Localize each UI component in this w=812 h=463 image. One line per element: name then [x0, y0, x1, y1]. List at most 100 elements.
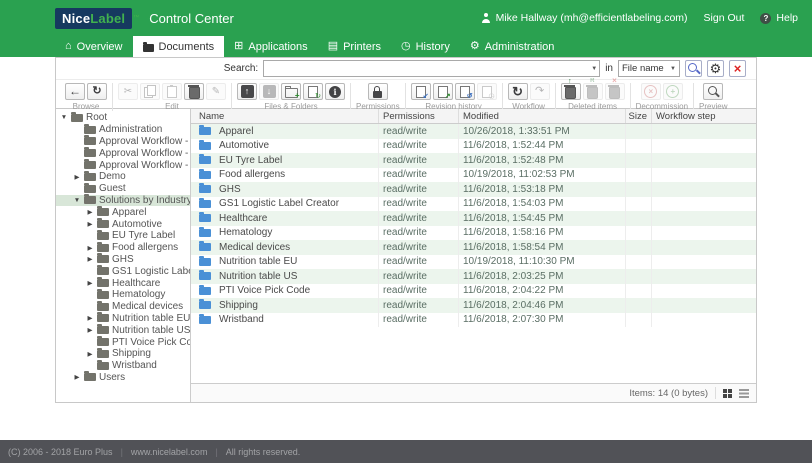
search-field-select[interactable]: File name — [618, 60, 680, 77]
tree-item[interactable]: ▶Shipping — [56, 348, 190, 360]
sign-out-link[interactable]: Sign Out — [704, 12, 745, 24]
tree-expander-icon[interactable]: ▶ — [86, 350, 94, 358]
search-dropdown-icon[interactable] — [591, 66, 597, 72]
column-header-workflow-step[interactable]: Workflow step — [652, 109, 756, 123]
search-label: Search: — [224, 63, 258, 74]
tree-item[interactable]: EU Tyre Label — [56, 230, 190, 242]
tree-item[interactable]: ▶ Apparel — [56, 206, 190, 218]
size-cell — [626, 269, 652, 284]
tree-item[interactable]: ▶Food allergens — [56, 242, 190, 254]
file-row[interactable]: PTI Voice Pick Coderead/write11/6/2018, … — [191, 284, 756, 299]
back-button[interactable] — [65, 83, 85, 100]
tree-item[interactable]: Medical devices — [56, 301, 190, 313]
modified-cell: 10/19/2018, 11:02:53 PM — [459, 168, 626, 183]
file-row[interactable]: Food allergensread/write10/19/2018, 11:0… — [191, 168, 756, 183]
toolbar-buttons-workflow — [508, 83, 550, 100]
toolbar-buttons-permissions — [368, 83, 388, 100]
tree-item[interactable]: GS1 Logistic Label Creator — [56, 265, 190, 277]
permissions-cell: read/write — [379, 313, 459, 328]
tab-administration[interactable]: Administration — [460, 36, 565, 57]
tab-applications[interactable]: Applications — [224, 36, 318, 57]
file-row[interactable]: Nutrition table EUread/write10/19/2018, … — [191, 255, 756, 270]
new-folder-button[interactable] — [281, 83, 301, 100]
delete-button[interactable] — [184, 83, 204, 100]
preview-button[interactable] — [703, 83, 723, 100]
search-input[interactable] — [263, 60, 600, 77]
column-header-name[interactable]: Name — [191, 109, 379, 123]
tree-expander-icon[interactable]: ▶ — [86, 255, 94, 263]
nicelabel-link[interactable]: www.nicelabel.com — [131, 447, 208, 457]
file-row[interactable]: EU Tyre Labelread/write11/6/2018, 1:52:4… — [191, 153, 756, 168]
size-cell — [626, 240, 652, 255]
file-convert-button[interactable] — [303, 83, 323, 100]
search-settings-button[interactable] — [707, 60, 724, 77]
search-go-button[interactable] — [685, 60, 702, 77]
permissions-button[interactable] — [368, 83, 388, 100]
tree-item[interactable]: Approval Workflow - Two-step — [56, 159, 190, 171]
list-view-icon[interactable] — [739, 389, 749, 398]
show-deleted-button[interactable] — [561, 83, 581, 100]
tab-printers[interactable]: Printers — [318, 36, 391, 57]
upload-button[interactable] — [237, 83, 257, 100]
tree-item[interactable]: ▶Nutrition table US — [56, 324, 190, 336]
tree-item[interactable]: ▶Automotive — [56, 218, 190, 230]
file-row[interactable]: Hematologyread/write11/6/2018, 1:58:16 P… — [191, 226, 756, 241]
tree-expander-icon[interactable]: ▶ — [86, 244, 94, 252]
tree-expander-icon[interactable]: ▶ — [86, 326, 94, 334]
tree-item[interactable]: PTI Voice Pick Code — [56, 336, 190, 348]
check-out-button[interactable] — [411, 83, 431, 100]
revisions-button — [477, 83, 497, 100]
tab-overview[interactable]: Overview — [55, 36, 133, 57]
file-row[interactable]: Wristbandread/write11/6/2018, 2:07:30 PM — [191, 313, 756, 328]
user-menu[interactable]: Mike Hallway (mh@efficientlabeling.com) — [481, 12, 688, 24]
purge-button — [605, 83, 625, 100]
person-icon — [481, 13, 491, 23]
file-info-button[interactable] — [325, 83, 345, 100]
column-header-size[interactable]: Size — [626, 109, 652, 123]
tab-history[interactable]: History — [391, 36, 460, 57]
tree-item[interactable]: ▼Root — [56, 112, 190, 124]
file-row[interactable]: Shippingread/write11/6/2018, 2:04:46 PM — [191, 298, 756, 313]
tree-expander-icon[interactable]: ▶ — [86, 279, 94, 287]
tree-expander-icon[interactable]: ▶ — [86, 208, 94, 216]
workflow-steps-button[interactable] — [508, 83, 528, 100]
user-area: Mike Hallway (mh@efficientlabeling.com) … — [481, 12, 798, 24]
tree-item[interactable]: ▶GHS — [56, 254, 190, 266]
tree-expander-icon[interactable]: ▶ — [86, 314, 94, 322]
tree-item[interactable]: Administration — [56, 124, 190, 136]
tree-item[interactable]: Guest — [56, 183, 190, 195]
tree-item[interactable]: ▼Solutions by Industry — [56, 195, 190, 207]
tree-expander-icon[interactable]: ▶ — [73, 173, 81, 181]
tree-item[interactable]: Wristband — [56, 360, 190, 372]
tree-expander-icon[interactable]: ▼ — [73, 197, 81, 204]
file-row[interactable]: Medical devicesread/write11/6/2018, 1:58… — [191, 240, 756, 255]
tree-item[interactable]: ▶Nutrition table EU — [56, 313, 190, 325]
tree-item-label: Apparel — [112, 207, 146, 218]
tree-expander-icon[interactable]: ▶ — [73, 373, 81, 381]
column-header-modified[interactable]: Modified — [459, 109, 626, 123]
file-row[interactable]: Healthcareread/write11/6/2018, 1:54:45 P… — [191, 211, 756, 226]
tree-expander-icon[interactable]: ▼ — [60, 114, 68, 121]
tree-item[interactable]: Hematology — [56, 289, 190, 301]
undo-checkout-button[interactable] — [455, 83, 475, 100]
tree-item[interactable]: Approval Workflow - Simple — [56, 147, 190, 159]
tree-item[interactable]: Approval Workflow - Delayed — [56, 136, 190, 148]
tree-item[interactable]: ▶Healthcare — [56, 277, 190, 289]
check-in-button[interactable] — [433, 83, 453, 100]
file-row[interactable]: Automotiveread/write11/6/2018, 1:52:44 P… — [191, 139, 756, 154]
tab-documents[interactable]: Documents — [133, 36, 225, 57]
column-header-permissions[interactable]: Permissions — [379, 109, 459, 123]
tree-expander-icon[interactable]: ▶ — [86, 220, 94, 228]
file-row[interactable]: Nutrition table USread/write11/6/2018, 2… — [191, 269, 756, 284]
footer-separator — [121, 447, 123, 457]
file-row[interactable]: Apparelread/write10/26/2018, 1:33:51 PM — [191, 124, 756, 139]
tree-item[interactable]: ▶Users — [56, 372, 190, 384]
search-clear-button[interactable] — [729, 60, 746, 77]
file-row[interactable]: GHSread/write11/6/2018, 1:53:18 PM — [191, 182, 756, 197]
tree-item[interactable]: ▶Demo — [56, 171, 190, 183]
tile-view-icon[interactable] — [723, 389, 732, 398]
file-row[interactable]: GS1 Logistic Label Creatorread/write11/6… — [191, 197, 756, 212]
refresh-button[interactable] — [87, 83, 107, 100]
help-link[interactable]: Help — [760, 12, 798, 24]
file-name: GHS — [219, 184, 241, 195]
